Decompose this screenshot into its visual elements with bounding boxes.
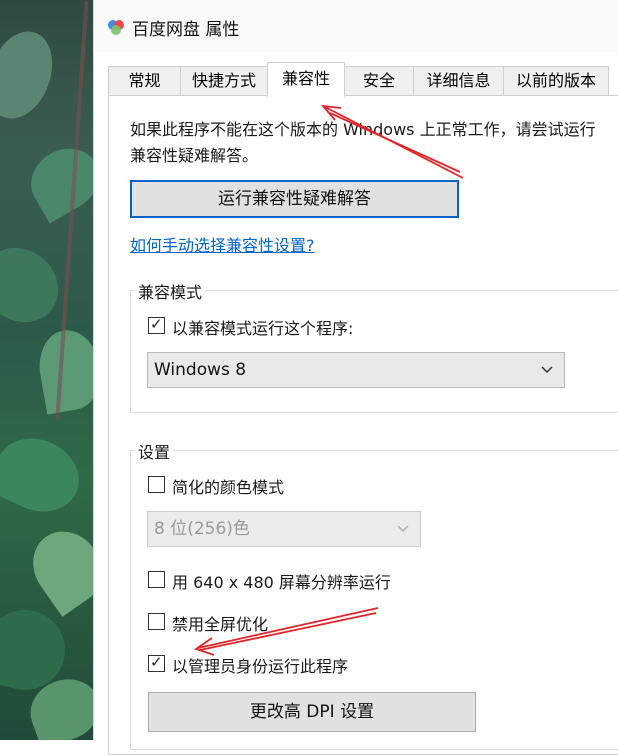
resolution-640-label: 用 640 x 480 屏幕分辨率运行 — [172, 573, 391, 592]
compat-description: 如果此程序不能在这个版本的 Windows 上正常工作，请尝试运行兼容性疑难解答… — [130, 120, 596, 165]
chevron-down-icon — [397, 525, 409, 533]
tab-shortcut[interactable]: 快捷方式 — [180, 66, 268, 96]
button-label: 运行兼容性疑难解答 — [218, 189, 371, 209]
tab-compatibility[interactable]: 兼容性 — [267, 62, 345, 97]
properties-dialog: 百度网盘 属性 常规 快捷方式 兼容性 安全 详细信息 以前的版本 如果此程序不… — [93, 0, 618, 755]
select-value: Windows 8 — [154, 360, 247, 380]
change-dpi-settings-button[interactable]: 更改高 DPI 设置 — [148, 692, 476, 732]
checkmark-icon: ✓ — [150, 315, 163, 333]
tab-label: 详细信息 — [426, 71, 491, 90]
os-version-select[interactable]: Windows 8 — [147, 352, 565, 388]
title-bar: 百度网盘 属性 — [94, 0, 618, 52]
reduced-color-checkbox[interactable] — [148, 476, 165, 493]
disable-fullscreen-opt-checkbox[interactable] — [148, 613, 165, 630]
tab-previous-versions[interactable]: 以前的版本 — [503, 66, 609, 96]
select-value: 8 位(256)色 — [154, 519, 250, 539]
tab-label: 以前的版本 — [515, 71, 596, 90]
compat-mode-checkbox-label: 以兼容模式运行这个程序: — [172, 319, 354, 338]
run-as-admin-checkbox[interactable]: ✓ — [148, 653, 165, 672]
tab-strip: 常规 快捷方式 兼容性 安全 详细信息 以前的版本 — [108, 62, 618, 97]
tab-security[interactable]: 安全 — [344, 66, 414, 96]
run-troubleshooter-button[interactable]: 运行兼容性疑难解答 — [130, 180, 459, 218]
chevron-down-icon — [541, 366, 553, 374]
background-wallpaper — [0, 0, 96, 740]
tab-label: 安全 — [362, 71, 395, 90]
baidu-netdisk-icon — [108, 20, 124, 35]
compat-mode-group-label: 兼容模式 — [135, 279, 206, 303]
manual-compat-link[interactable]: 如何手动选择兼容性设置? — [130, 232, 315, 256]
resolution-640-checkbox[interactable] — [148, 571, 165, 588]
tab-label: 常规 — [128, 71, 161, 90]
button-label: 更改高 DPI 设置 — [249, 702, 375, 722]
settings-group-label: 设置 — [135, 439, 174, 463]
compat-mode-checkbox[interactable]: ✓ — [148, 315, 165, 334]
reduced-color-label: 简化的颜色模式 — [172, 478, 285, 497]
color-depth-select[interactable]: 8 位(256)色 — [147, 511, 421, 547]
tab-general[interactable]: 常规 — [108, 66, 181, 96]
run-as-admin-label: 以管理员身份运行此程序 — [172, 657, 349, 676]
window-title: 百度网盘 属性 — [132, 20, 240, 40]
tab-label: 兼容性 — [281, 69, 330, 88]
disable-fullscreen-opt-label: 禁用全屏优化 — [172, 615, 269, 634]
tab-details[interactable]: 详细信息 — [413, 66, 504, 96]
checkmark-icon: ✓ — [150, 653, 163, 671]
tab-label: 快捷方式 — [191, 71, 256, 90]
